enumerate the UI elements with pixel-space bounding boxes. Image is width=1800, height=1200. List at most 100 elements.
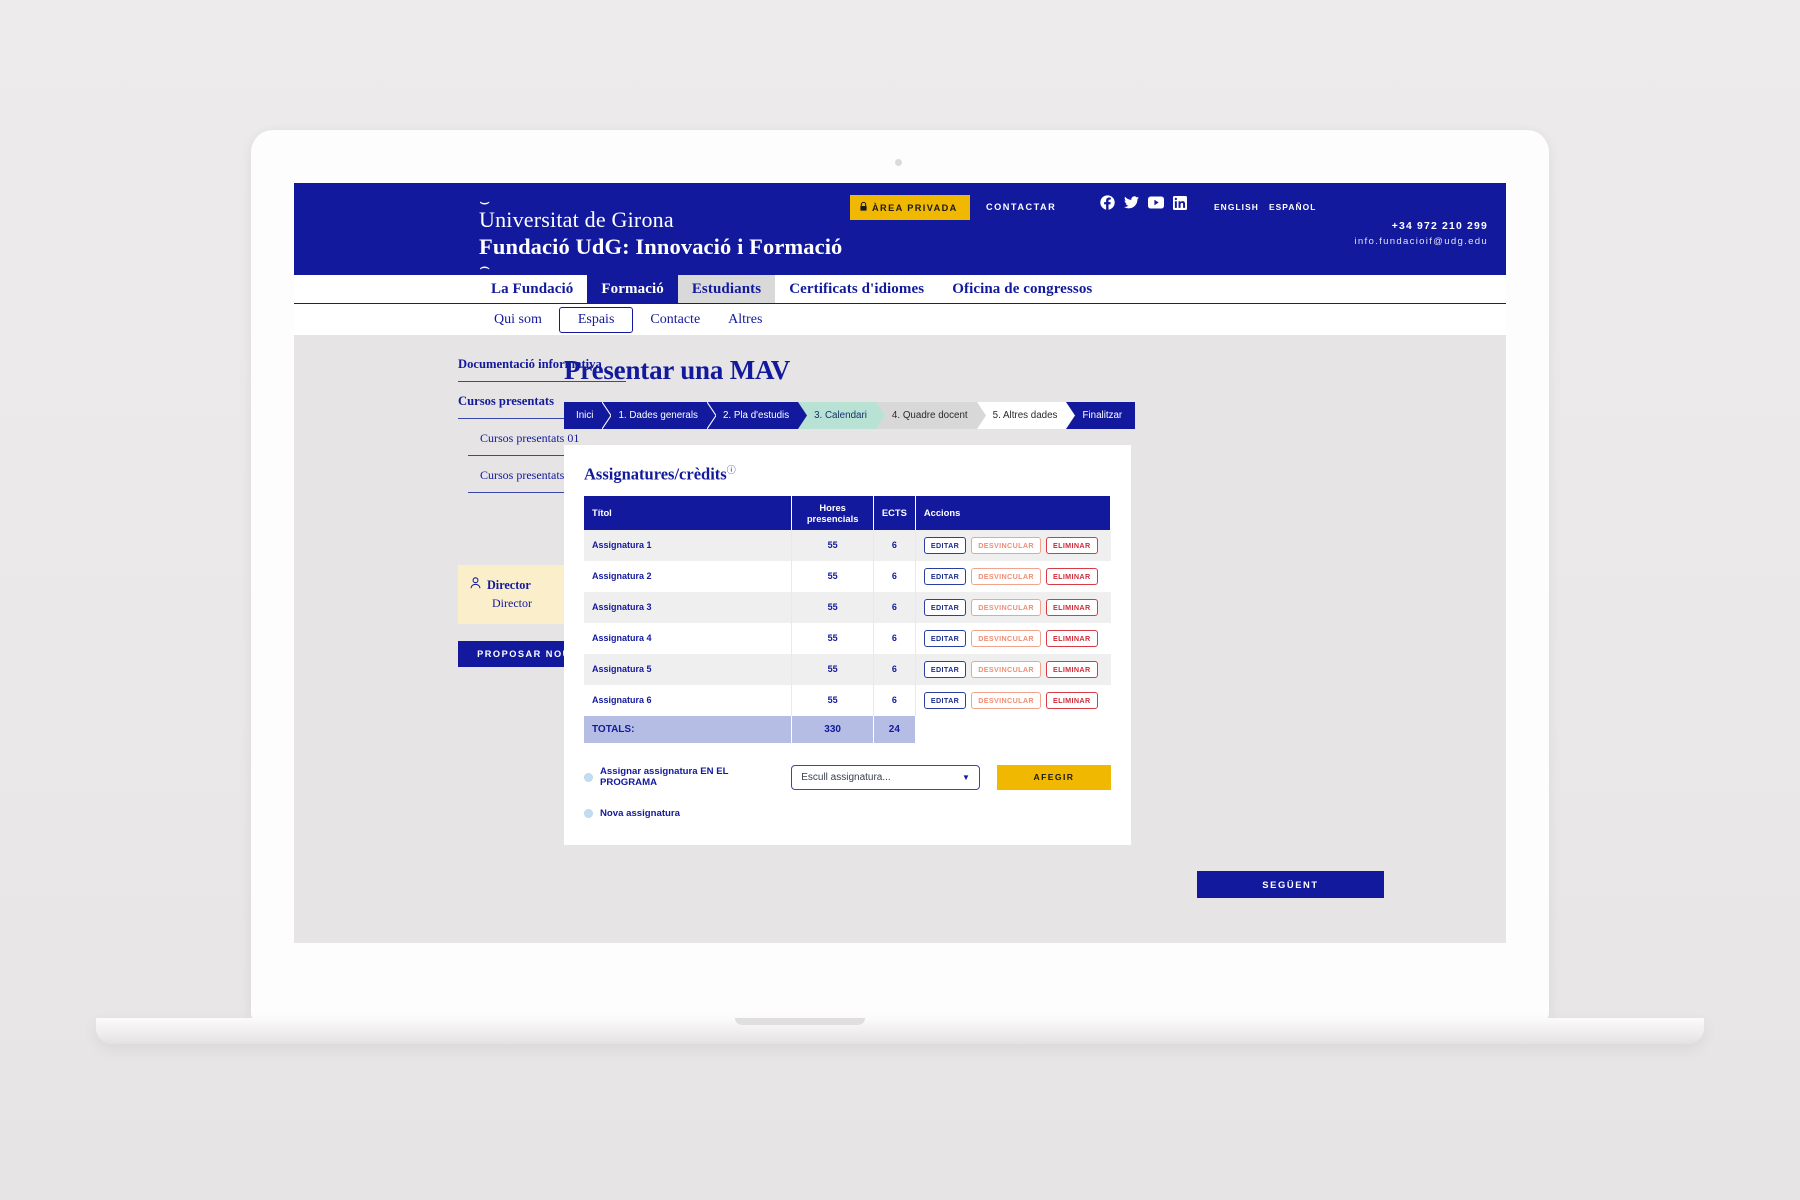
totals-label: TOTALS:	[584, 715, 793, 743]
subject-select[interactable]: Escull assignatura... ▼	[791, 764, 980, 790]
director-name: Director	[487, 577, 531, 592]
step-finalitzar-label: Finalitzar	[1082, 410, 1123, 421]
step-pla-estudis-label: 2. Pla d'estudis	[722, 410, 790, 421]
unlink-button[interactable]: DESVINCULAR	[971, 567, 1041, 585]
step-dades-generals-label: 1. Dades generals	[618, 410, 698, 421]
subject-select-value: Escull assignatura...	[801, 771, 891, 783]
private-area-button[interactable]: ÀREA PRIVADA	[850, 195, 970, 220]
step-quadre-docent[interactable]: 4. Quadre docent	[875, 402, 986, 429]
table-row: Assignatura 4 55 6 EDITAR DESVINCULAR ELIM…	[584, 622, 1111, 654]
site-logo[interactable]: ⌣ Universitat de Girona Fundació UdG: In…	[479, 192, 843, 276]
radio-new-subject[interactable]	[584, 808, 593, 818]
cell-titol: Assignatura 2	[584, 560, 793, 592]
sub-navigation: Qui som Espais Contacte Altres	[294, 304, 1506, 335]
table-row: Assignatura 1 55 6 EDITAR DESVINCULAR ELIM…	[584, 529, 1111, 561]
main-navigation: La Fundació Formació Estudiants Certific…	[294, 275, 1506, 304]
cell-hores: 55	[791, 591, 874, 623]
delete-button[interactable]: ELIMINAR	[1045, 567, 1098, 585]
cell-ects: 6	[873, 529, 916, 561]
subnav-item-contacte[interactable]: Contacte	[639, 308, 711, 332]
edit-button[interactable]: EDITAR	[923, 629, 967, 647]
step-dades-generals[interactable]: 1. Dades generals	[602, 402, 716, 429]
totals-ects: 24	[873, 715, 916, 743]
nav-item-la-fundacio[interactable]: La Fundació	[477, 275, 587, 303]
brace-top-decoration: ⌣	[479, 192, 490, 211]
nav-item-certificats-idiomes[interactable]: Certificats d'idiomes	[775, 275, 938, 303]
person-icon	[470, 576, 481, 594]
brand-line-2: Fundació UdG: Innovació i Formació	[479, 234, 843, 259]
brace-bottom-decoration: ⌢	[479, 257, 491, 276]
nav-item-formacio[interactable]: Formació	[587, 275, 678, 303]
unlink-button[interactable]: DESVINCULAR	[971, 691, 1041, 709]
edit-button[interactable]: EDITAR	[923, 660, 967, 678]
youtube-icon[interactable]	[1148, 196, 1164, 209]
delete-button[interactable]: ELIMINAR	[1045, 629, 1098, 647]
cell-titol: Assignatura 4	[584, 622, 793, 654]
radio-new-subject-label: Nova assignatura	[600, 807, 680, 819]
wizard-steps: Inici 1. Dades generals 2. Pla d'estudis…	[564, 402, 1136, 429]
phone-number[interactable]: +34 972 210 299	[1354, 221, 1488, 232]
unlink-button[interactable]: DESVINCULAR	[971, 598, 1041, 616]
col-header-hores: Hores presencials	[791, 495, 874, 530]
cell-accions: EDITAR DESVINCULAR ELIMINAR	[915, 684, 1111, 716]
step-quadre-docent-label: 4. Quadre docent	[891, 410, 968, 421]
brand-line-1: Universitat de Girona	[479, 207, 674, 232]
edit-button[interactable]: EDITAR	[923, 691, 967, 709]
step-finalitzar[interactable]: Finalitzar	[1066, 402, 1136, 429]
cell-ects: 6	[873, 622, 916, 654]
step-calendari[interactable]: 3. Calendari	[798, 402, 885, 429]
cell-hores: 55	[791, 653, 874, 685]
table-row: Assignatura 6 55 6 EDITAR DESVINCULAR ELIM…	[584, 684, 1111, 716]
assign-existing-row: Assignar assignatura EN EL PROGRAMA Escu…	[584, 764, 1111, 790]
table-row: Assignatura 2 55 6 EDITAR DESVINCULAR ELIM…	[584, 560, 1111, 592]
subnav-item-qui-som[interactable]: Qui som	[483, 308, 553, 332]
step-altres-dades-label: 5. Altres dades	[992, 410, 1058, 421]
cell-ects: 6	[873, 591, 916, 623]
radio-assign-program-label: Assignar assignatura EN EL PROGRAMA	[600, 766, 729, 788]
lock-icon	[860, 201, 867, 213]
table-header-row: Títol Hores presencials ECTS Accions	[584, 495, 1112, 530]
linkedin-icon[interactable]	[1173, 195, 1187, 210]
info-icon[interactable]: ⓘ	[727, 465, 736, 475]
edit-button[interactable]: EDITAR	[923, 536, 967, 554]
subnav-item-altres[interactable]: Altres	[717, 308, 773, 332]
edit-button[interactable]: EDITAR	[923, 598, 967, 616]
lang-espanol-link[interactable]: ESPAÑOL	[1269, 202, 1317, 212]
browser-viewport: ⌣ Universitat de Girona Fundació UdG: In…	[294, 183, 1506, 943]
unlink-button[interactable]: DESVINCULAR	[971, 660, 1041, 678]
cell-accions: EDITAR DESVINCULAR ELIMINAR	[915, 591, 1111, 623]
step-inici[interactable]: Inici	[564, 402, 612, 429]
cell-titol: Assignatura 6	[584, 684, 793, 716]
subnav-item-espais[interactable]: Espais	[558, 306, 634, 333]
step-altres-dades[interactable]: 5. Altres dades	[976, 402, 1076, 429]
nav-item-estudiants[interactable]: Estudiants	[677, 275, 776, 303]
radio-assign-program[interactable]	[584, 772, 593, 782]
social-links	[1100, 195, 1187, 210]
subjects-table: Títol Hores presencials ECTS Accions Ass…	[584, 495, 1112, 743]
edit-button[interactable]: EDITAR	[923, 567, 967, 585]
delete-button[interactable]: ELIMINAR	[1045, 536, 1098, 554]
header-contact-info: +34 972 210 299 info.fundacioif@udg.edu	[1354, 221, 1488, 247]
next-button[interactable]: SEGÜENT	[1197, 870, 1384, 898]
main-content: Presentar una MAV Inici 1. Dades general…	[540, 335, 1506, 943]
facebook-icon[interactable]	[1100, 195, 1115, 210]
card-title: Assignatures/crèditsⓘ	[584, 463, 1111, 485]
twitter-icon[interactable]	[1124, 195, 1139, 210]
totals-empty-cell	[915, 716, 1110, 743]
sidebar: Documentació informativa Cursos presenta…	[294, 335, 636, 943]
delete-button[interactable]: ELIMINAR	[1045, 660, 1098, 678]
nav-item-oficina-congressos[interactable]: Oficina de congressos	[938, 275, 1106, 303]
cell-hores: 55	[791, 622, 874, 654]
lang-english-link[interactable]: ENGLISH	[1214, 202, 1259, 212]
unlink-button[interactable]: DESVINCULAR	[971, 536, 1041, 554]
add-button[interactable]: AFEGIR	[996, 764, 1111, 790]
email-address[interactable]: info.fundacioif@udg.edu	[1354, 236, 1488, 247]
step-inici-label: Inici	[576, 410, 594, 421]
step-pla-estudis[interactable]: 2. Pla d'estudis	[706, 402, 808, 429]
delete-button[interactable]: ELIMINAR	[1045, 691, 1098, 709]
contact-link[interactable]: CONTACTAR	[986, 202, 1056, 212]
webcam-dot	[895, 159, 902, 166]
unlink-button[interactable]: DESVINCULAR	[971, 629, 1041, 647]
page-body: Documentació informativa Cursos presenta…	[294, 335, 1506, 943]
delete-button[interactable]: ELIMINAR	[1045, 598, 1098, 616]
